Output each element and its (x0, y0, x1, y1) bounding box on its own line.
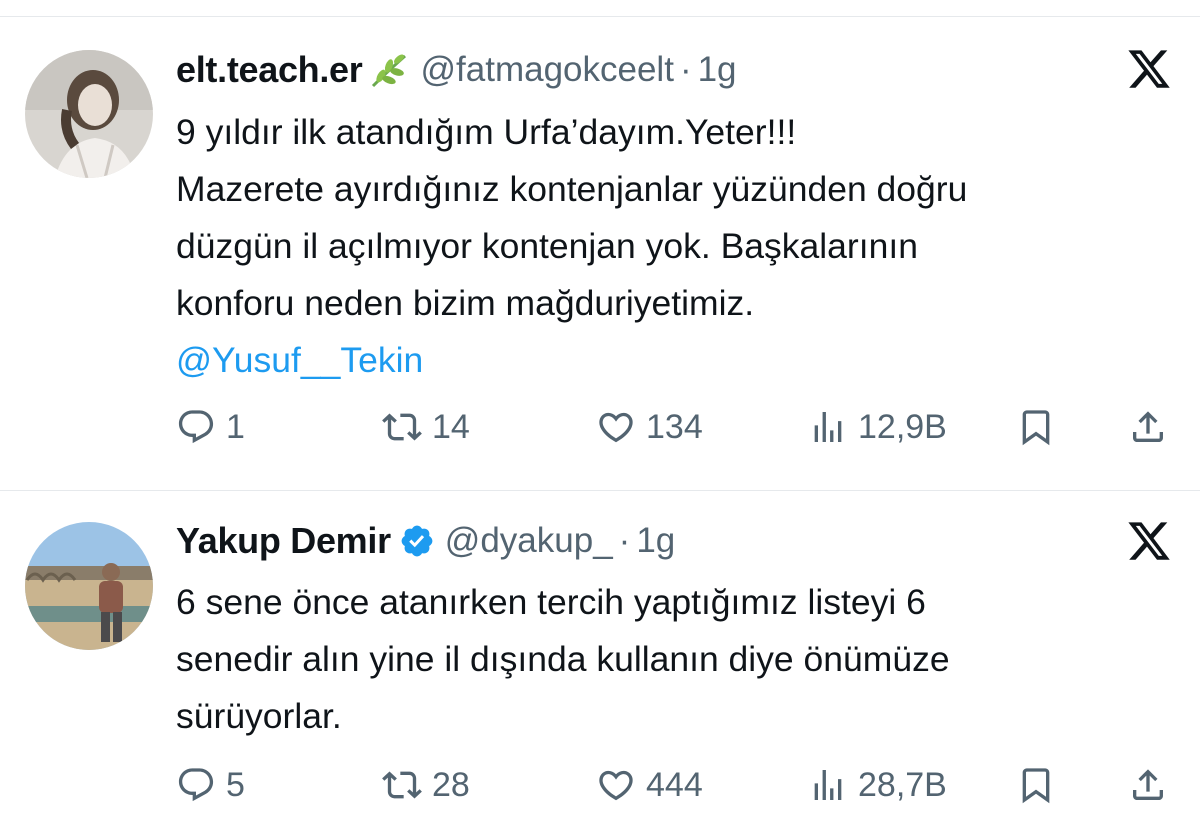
tweet-actions: 1 14 134 12,9B (176, 402, 1170, 452)
bookmark-icon (1022, 410, 1050, 446)
like-button[interactable]: 134 (596, 402, 703, 452)
tweet-text-line: konforu neden bizim mağduriyetimiz. (176, 283, 755, 323)
separator-dot: · (618, 521, 631, 560)
heart-icon (599, 412, 633, 443)
retweet-button[interactable]: 28 (382, 760, 470, 810)
reply-button[interactable]: 5 (176, 760, 245, 810)
display-name[interactable]: elt.teach.er (176, 49, 363, 91)
tweet-text: 9 yıldır ilk atandığım Urfa’dayım.Yeter!… (176, 104, 1166, 389)
heart-icon (599, 770, 633, 801)
retweet-count: 28 (432, 765, 470, 804)
view-count: 28,7B (858, 765, 947, 804)
x-logo-icon (1126, 46, 1172, 92)
separator-dot: · (679, 50, 692, 89)
reply-count: 1 (226, 407, 245, 446)
mention-link[interactable]: @Yusuf__Tekin (176, 332, 1166, 389)
user-handle[interactable]: @fatmagokceelt (421, 50, 674, 90)
retweet-icon (382, 413, 422, 441)
timestamp[interactable]: 1g (636, 521, 675, 561)
bookmark-icon (1022, 768, 1050, 804)
tweet-header: Yakup Demir @dyakup_ · 1g (176, 516, 675, 566)
avatar[interactable] (25, 50, 153, 178)
tweet-text-line: senedir alın yine il dışında kullanın di… (176, 639, 950, 679)
tweet-text: 6 sene önce atanırken tercih yaptığımız … (176, 574, 1166, 745)
tweet-header: elt.teach.er @fatmagokceelt · 1g (176, 45, 737, 95)
reply-button[interactable]: 1 (176, 402, 245, 452)
retweet-count: 14 (432, 407, 470, 446)
like-count: 444 (646, 765, 703, 804)
tweet-text-line: Mazerete ayırdığınız kontenjanlar yüzünd… (176, 169, 968, 209)
reply-icon (178, 410, 214, 444)
share-button[interactable] (1128, 760, 1168, 810)
reply-icon (178, 768, 214, 802)
tweet-text-line: 6 sene önce atanırken tercih yaptığımız … (176, 582, 926, 622)
verified-badge-icon (399, 523, 435, 559)
views-button[interactable]: 28,7B (808, 760, 947, 810)
tweet-text-line: düzgün il açılmıyor kontenjan yok. Başka… (176, 226, 918, 266)
reply-count: 5 (226, 765, 245, 804)
like-count: 134 (646, 407, 703, 446)
like-button[interactable]: 444 (596, 760, 703, 810)
user-handle[interactable]: @dyakup_ (445, 521, 613, 561)
analytics-icon (814, 770, 842, 800)
x-logo-icon (1126, 518, 1172, 564)
tweet-text-line: sürüyorlar. (176, 696, 342, 736)
retweet-button[interactable]: 14 (382, 402, 470, 452)
share-icon (1133, 411, 1163, 442)
views-button[interactable]: 12,9B (808, 402, 947, 452)
timestamp[interactable]: 1g (698, 50, 737, 90)
retweet-icon (382, 771, 422, 799)
herb-icon (367, 50, 411, 90)
bookmark-button[interactable] (1016, 402, 1056, 452)
share-icon (1133, 769, 1163, 800)
tweet-actions: 5 28 444 28,7B (176, 760, 1170, 810)
tweet-card[interactable]: Yakup Demir @dyakup_ · 1g 6 sene önce at… (0, 490, 1200, 828)
analytics-icon (814, 412, 842, 442)
tweet-card[interactable]: elt.teach.er @fatmagokceelt · 1g 9 yıldı… (0, 0, 1200, 478)
display-name[interactable]: Yakup Demir (176, 520, 391, 562)
tweet-text-line: 9 yıldır ilk atandığım Urfa’dayım.Yeter!… (176, 112, 797, 152)
avatar[interactable] (25, 522, 153, 650)
bookmark-button[interactable] (1016, 760, 1056, 810)
view-count: 12,9B (858, 407, 947, 446)
share-button[interactable] (1128, 402, 1168, 452)
